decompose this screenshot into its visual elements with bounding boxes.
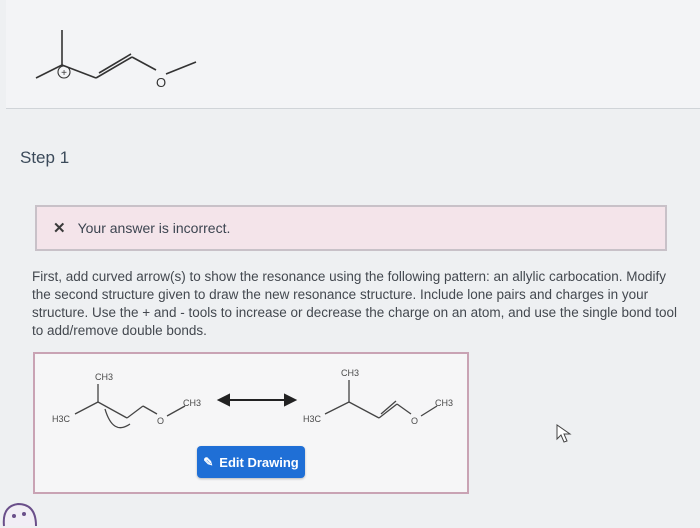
double-bond-inner (98, 53, 132, 74)
feedback-message: Your answer is incorrect. (77, 220, 231, 236)
corner-logo-icon (2, 502, 37, 527)
right-structure (324, 380, 438, 419)
ch3-label: CH3 (341, 368, 359, 378)
drawing-area[interactable]: CH3 CH3 H3C O CH3 CH3 H3C O ✎ Edit Drawi… (33, 352, 469, 494)
edit-drawing-button[interactable]: ✎ Edit Drawing (197, 446, 305, 478)
ch3-label: CH3 (435, 398, 453, 408)
edit-drawing-label: Edit Drawing (219, 454, 299, 470)
step-title: Step 1 (20, 148, 70, 167)
top-molecule-structure: + O (35, 30, 197, 90)
instructions-text: First, add curved arrow(s) to show the r… (32, 269, 678, 338)
double-bond (95, 56, 133, 79)
ch3-label: CH3 (183, 398, 201, 408)
single-bond (131, 56, 157, 71)
mouse-cursor-icon (556, 424, 572, 443)
h3c-label: H3C (52, 414, 71, 424)
resonance-arrow-icon (216, 393, 298, 407)
h3c-label: H3C (303, 414, 322, 424)
top-molecule-panel: + O (6, 0, 700, 109)
feedback-banner: ✕ Your answer is incorrect. (35, 205, 667, 251)
oxygen-label: O (411, 416, 418, 426)
oxygen-label: O (157, 416, 164, 426)
curved-arrow (104, 408, 131, 429)
oxygen-label: O (156, 75, 166, 90)
ch3-label: CH3 (95, 372, 113, 382)
charge-symbol: + (61, 68, 67, 79)
left-structure (74, 384, 186, 429)
x-icon: ✕ (53, 220, 66, 237)
pencil-icon: ✎ (203, 455, 214, 469)
o-methyl-bond (165, 61, 197, 75)
